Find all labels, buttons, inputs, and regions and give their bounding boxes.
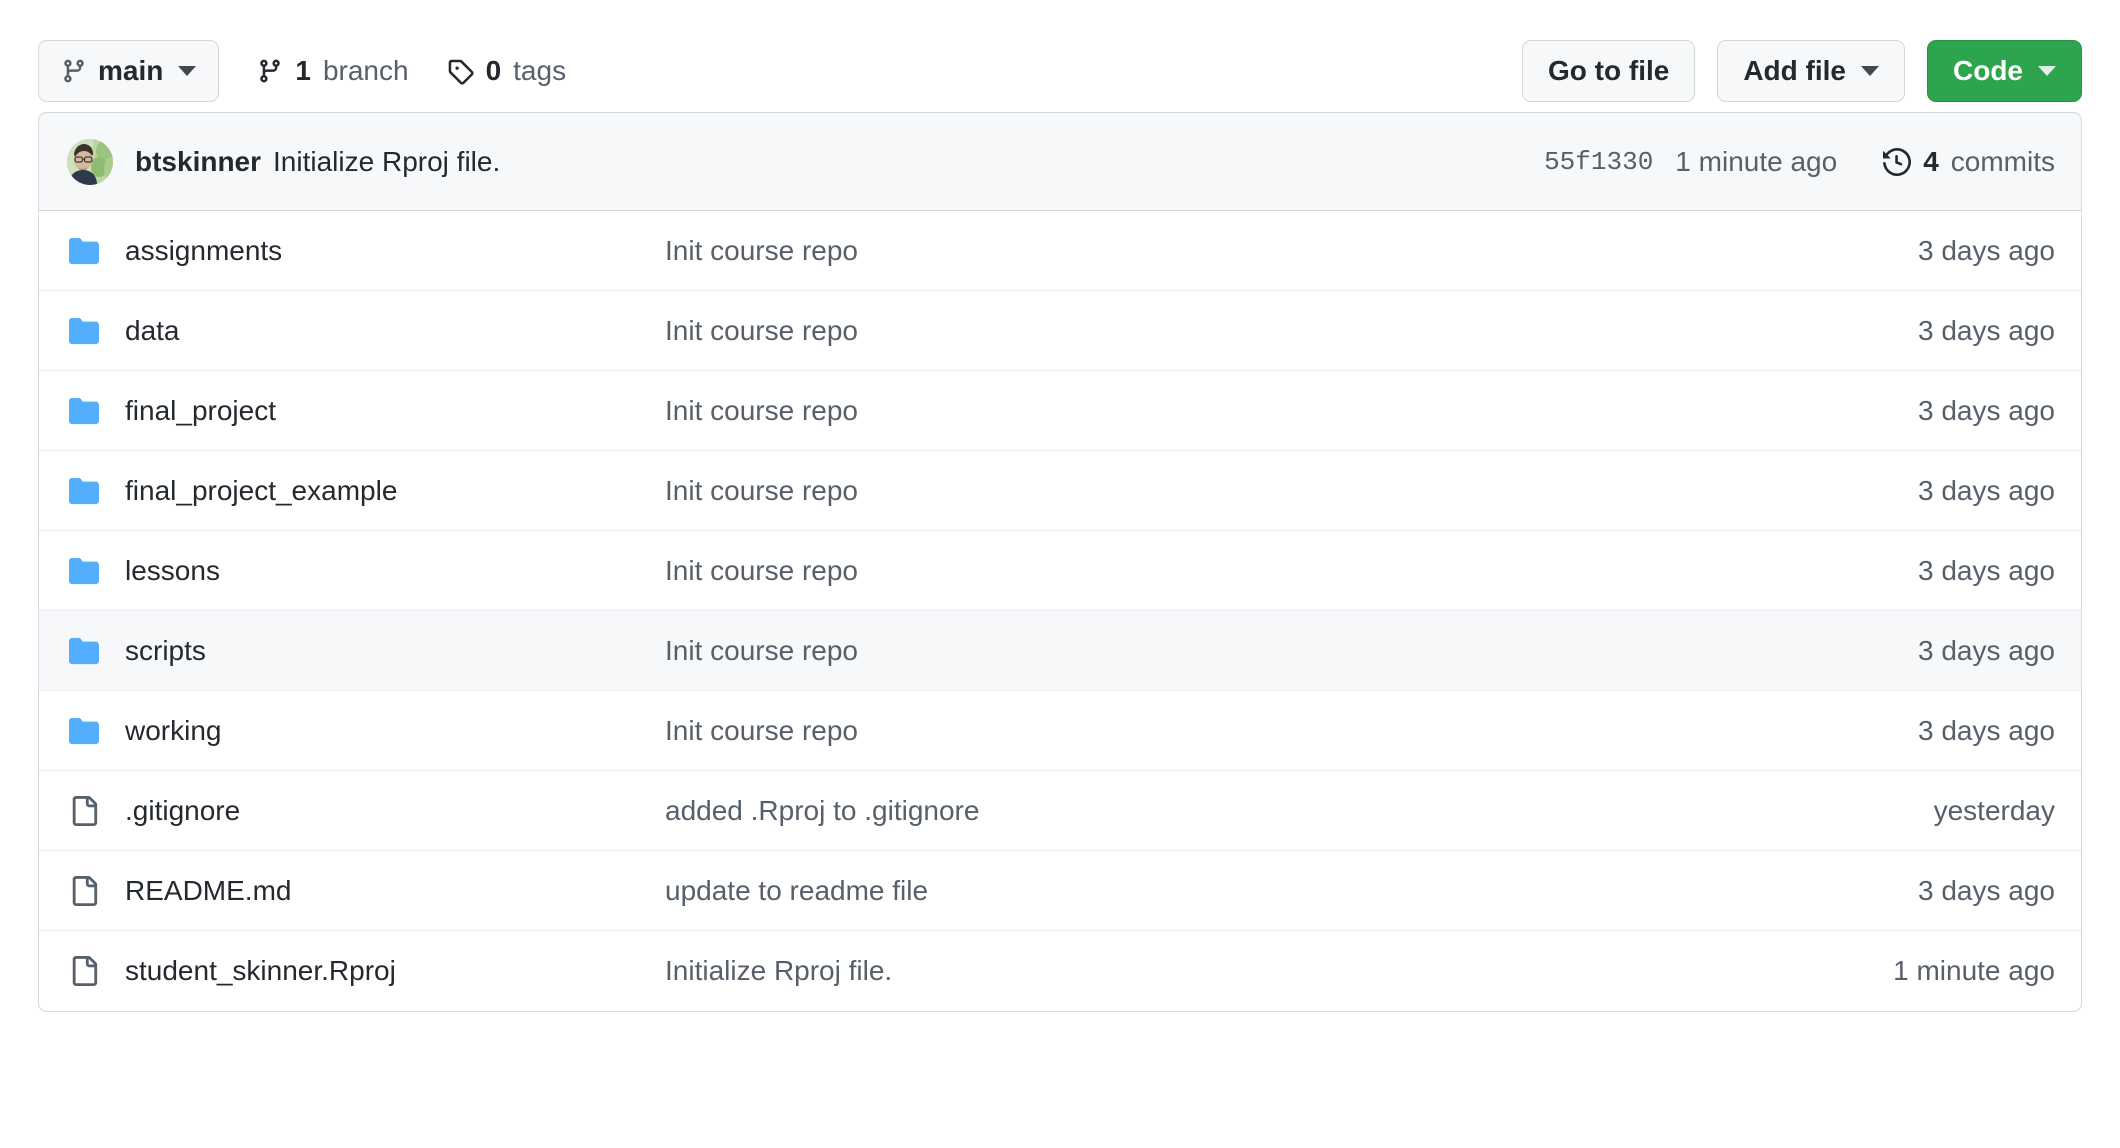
commit-history-link[interactable]: 4 commits bbox=[1883, 146, 2055, 178]
add-file-button[interactable]: Add file bbox=[1717, 40, 1905, 102]
file-name-link[interactable]: assignments bbox=[125, 235, 665, 267]
file-name-link[interactable]: final_project bbox=[125, 395, 665, 427]
latest-commit-bar: btskinner Initialize Rproj file. 55f1330… bbox=[39, 113, 2081, 211]
branches-link[interactable]: 1 branch bbox=[257, 55, 409, 87]
folder-icon bbox=[67, 716, 101, 746]
tags-label: tags bbox=[513, 55, 567, 86]
file-commit-age: 3 days ago bbox=[1918, 634, 2055, 666]
file-name-link[interactable]: working bbox=[125, 715, 665, 747]
file-listing-card: btskinner Initialize Rproj file. 55f1330… bbox=[38, 112, 2082, 1012]
branches-count: 1 bbox=[295, 55, 311, 86]
file-icon bbox=[67, 795, 101, 826]
commits-label: commits bbox=[1950, 145, 2055, 177]
file-commit-age: 3 days ago bbox=[1918, 554, 2055, 586]
tags-link[interactable]: 0 tags bbox=[447, 55, 567, 87]
go-to-file-label: Go to file bbox=[1548, 55, 1670, 86]
git-branch-icon bbox=[61, 58, 87, 84]
file-row[interactable]: .gitignore added .Rproj to .gitignore yest… bbox=[39, 771, 2081, 851]
commit-meta-group: 55f1330 1 minute ago 4 commits bbox=[1544, 146, 2055, 178]
code-button[interactable]: Code bbox=[1927, 40, 2082, 102]
code-label: Code bbox=[1953, 55, 2023, 86]
tag-icon bbox=[447, 58, 474, 85]
file-commit-message[interactable]: Init course repo bbox=[665, 235, 1918, 267]
branch-selector-button[interactable]: main bbox=[38, 40, 220, 102]
file-commit-age: 3 days ago bbox=[1918, 474, 2055, 506]
folder-icon bbox=[67, 476, 101, 506]
file-commit-message[interactable]: Init course repo bbox=[665, 395, 1918, 427]
file-name-link[interactable]: final_project_example bbox=[125, 475, 665, 507]
file-commit-age: 3 days ago bbox=[1918, 314, 2055, 346]
file-row[interactable]: working Init course repo 3 days ago bbox=[39, 691, 2081, 771]
file-commit-message[interactable]: Init course repo bbox=[665, 555, 1918, 587]
file-commit-age: 3 days ago bbox=[1918, 394, 2055, 426]
file-commit-age: yesterday bbox=[1933, 794, 2055, 826]
file-row[interactable]: student_skinner.Rproj Initialize Rproj fi… bbox=[39, 931, 2081, 1011]
avatar[interactable] bbox=[67, 138, 113, 185]
folder-icon bbox=[67, 316, 101, 346]
folder-icon bbox=[67, 396, 101, 426]
folder-icon bbox=[67, 636, 101, 666]
file-commit-message[interactable]: added .Rproj to .gitignore bbox=[665, 795, 1934, 827]
file-commit-message[interactable]: Init course repo bbox=[665, 475, 1918, 507]
file-name-link[interactable]: scripts bbox=[125, 635, 665, 667]
file-name-link[interactable]: lessons bbox=[125, 555, 665, 587]
file-commit-message[interactable]: update to readme file bbox=[665, 875, 1918, 907]
tags-count: 0 bbox=[485, 55, 502, 86]
chevron-down-icon bbox=[178, 66, 197, 76]
chevron-down-icon bbox=[1861, 66, 1879, 76]
toolbar-right-group: Go to file Add file Code bbox=[1522, 40, 2082, 102]
file-row[interactable]: scripts Init course repo 3 days ago bbox=[39, 611, 2081, 691]
folder-icon bbox=[67, 236, 101, 266]
file-commit-age: 3 days ago bbox=[1918, 874, 2055, 906]
file-row[interactable]: README.md update to readme file 3 days ago bbox=[39, 851, 2081, 931]
file-commit-age: 1 minute ago bbox=[1893, 955, 2055, 986]
chevron-down-icon bbox=[2038, 66, 2056, 76]
commit-author[interactable]: btskinner bbox=[135, 146, 261, 178]
file-commit-message[interactable]: Init course repo bbox=[665, 635, 1918, 667]
file-row-list: assignments Init course repo 3 days ago dat… bbox=[39, 211, 2081, 1011]
commit-sha[interactable]: 55f1330 bbox=[1544, 147, 1653, 177]
git-branch-icon bbox=[257, 58, 283, 84]
file-commit-message[interactable]: Initialize Rproj file. bbox=[665, 955, 1893, 987]
commit-relative-time: 1 minute ago bbox=[1675, 145, 1838, 177]
file-name-link[interactable]: student_skinner.Rproj bbox=[125, 955, 665, 987]
repo-toolbar: main 1 branch 0 tags Go to file Add file… bbox=[38, 0, 2082, 112]
toolbar-left-group: main 1 branch 0 tags bbox=[38, 40, 566, 102]
file-icon bbox=[67, 956, 101, 986]
go-to-file-button[interactable]: Go to file bbox=[1522, 40, 1696, 102]
branches-label: branch bbox=[322, 55, 409, 86]
repository-file-browser: main 1 branch 0 tags Go to file Add file… bbox=[0, 0, 2120, 1148]
file-commit-message[interactable]: Init course repo bbox=[665, 715, 1918, 747]
add-file-label: Add file bbox=[1743, 55, 1846, 86]
file-name-link[interactable]: README.md bbox=[125, 875, 665, 907]
file-commit-message[interactable]: Init course repo bbox=[665, 315, 1918, 347]
folder-icon bbox=[67, 556, 101, 586]
file-row[interactable]: lessons Init course repo 3 days ago bbox=[39, 531, 2081, 611]
file-row[interactable]: final_project Init course repo 3 days ago bbox=[39, 371, 2081, 451]
branch-name-label: main bbox=[98, 55, 164, 86]
file-row[interactable]: final_project_example Init course repo 3 d… bbox=[39, 451, 2081, 531]
file-row[interactable]: assignments Init course repo 3 days ago bbox=[39, 211, 2081, 291]
file-commit-age: 3 days ago bbox=[1918, 234, 2055, 266]
commits-count: 4 bbox=[1923, 145, 1939, 177]
file-name-link[interactable]: .gitignore bbox=[125, 795, 665, 827]
file-name-link[interactable]: data bbox=[125, 315, 665, 347]
file-icon bbox=[67, 875, 101, 906]
file-commit-age: 3 days ago bbox=[1918, 714, 2055, 746]
commit-message[interactable]: Initialize Rproj file. bbox=[273, 146, 500, 178]
file-row[interactable]: data Init course repo 3 days ago bbox=[39, 291, 2081, 371]
history-icon bbox=[1883, 147, 1912, 176]
